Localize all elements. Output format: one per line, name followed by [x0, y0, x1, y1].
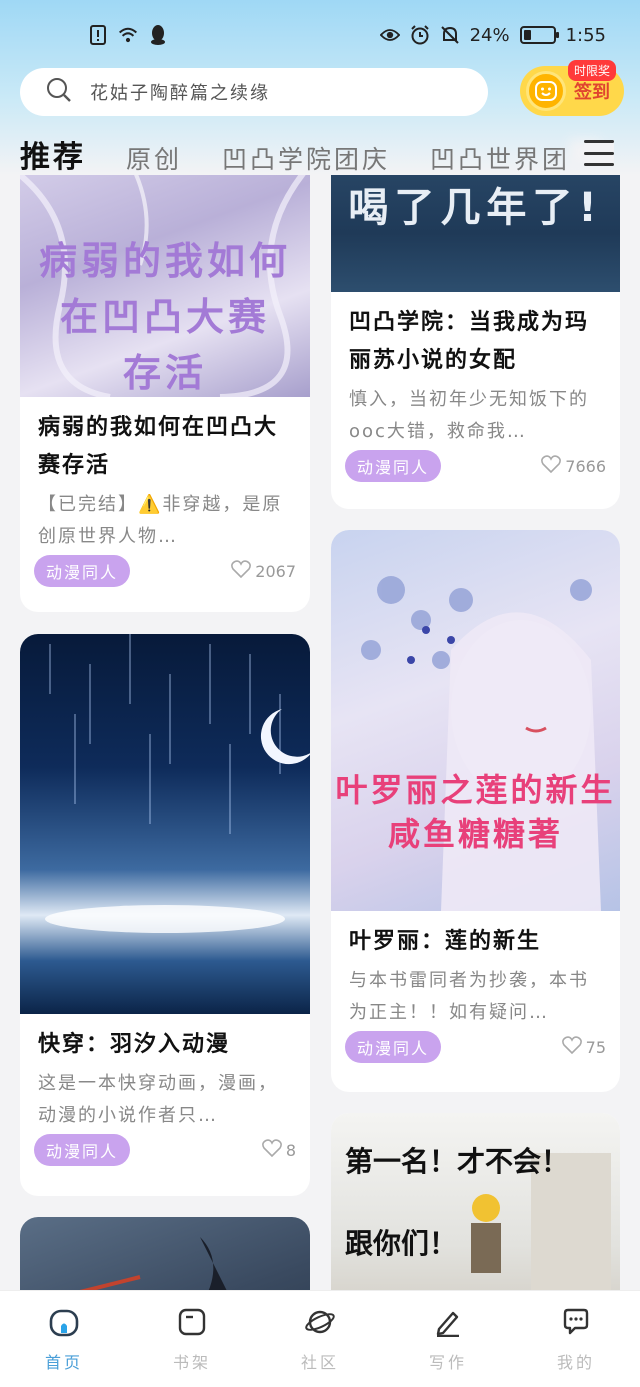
genre-tag[interactable]: 动漫同人	[345, 450, 442, 482]
cover-title-text: 病弱的我如何 在凹凸大赛 存活	[38, 239, 291, 395]
tab-aotu-world[interactable]: 凹凸世界团	[430, 140, 570, 176]
book-description: 【已完结】⚠️非穿越，是原创原世界人物…	[38, 494, 283, 547]
book-card[interactable]: 快穿：羽汐入动漫 这是一本快穿动画，漫画，动漫的小说作者只… 动漫同人 8	[20, 634, 310, 1196]
nav-mine[interactable]: 我的	[536, 1307, 616, 1373]
book-title: 病弱的我如何在凹凸大赛存活	[38, 415, 279, 478]
book-cover	[20, 634, 310, 1014]
tab-recommend[interactable]: 推荐	[20, 132, 86, 176]
nav-home-label: 首页	[44, 1353, 83, 1372]
like-count-value: 7666	[565, 456, 606, 476]
battery-icon	[519, 26, 559, 44]
nav-mine-label: 我的	[556, 1353, 595, 1372]
bottom-navigation: 首页 书架 社区 写作 我的	[0, 1290, 640, 1387]
chat-icon	[561, 1307, 591, 1341]
eye-icon	[379, 24, 400, 46]
nav-bookshelf-label: 书架	[172, 1353, 211, 1372]
menu-icon[interactable]	[584, 140, 614, 166]
book-card[interactable]: 叶罗丽之莲的新生 咸鱼糖糖著 叶罗丽：莲的新生 与本书雷同者为抄袭，本书为正主！…	[331, 530, 620, 1092]
nav-home[interactable]: 首页	[24, 1307, 104, 1373]
cover-title-text: 第一名！才不会！ 跟你们！	[345, 1145, 570, 1260]
cover-title-text: 喝了几年了!	[348, 185, 603, 231]
nav-bookshelf[interactable]: 书架	[152, 1307, 232, 1373]
time-limited-badge: 时限奖	[568, 60, 617, 81]
status-bar: 24% 1:55	[0, 0, 640, 74]
smile-icon	[526, 71, 566, 111]
book-title: 叶罗丽：莲的新生	[349, 929, 542, 954]
wifi-icon	[118, 24, 138, 46]
bookshelf-icon	[177, 1307, 207, 1341]
nav-community[interactable]: 社区	[280, 1307, 360, 1373]
search-placeholder: 花姑子陶醉篇之续缘	[90, 83, 270, 104]
clock: 1:55	[565, 24, 606, 46]
home-icon	[49, 1307, 79, 1341]
like-count-value: 2067	[255, 561, 296, 581]
genre-tag[interactable]: 动漫同人	[345, 1031, 442, 1063]
nav-write[interactable]: 写作	[408, 1307, 488, 1373]
genre-tag[interactable]: 动漫同人	[34, 1134, 131, 1166]
book-cover: 喝了几年了!	[331, 175, 620, 292]
alert-icon	[88, 24, 108, 46]
like-count[interactable]: 75	[561, 1036, 606, 1058]
tab-original[interactable]: 原创	[126, 140, 182, 176]
nav-community-label: 社区	[300, 1353, 339, 1372]
like-count[interactable]: 2067	[231, 560, 296, 582]
alarm-icon	[410, 24, 430, 46]
book-cover	[20, 1217, 310, 1290]
planet-icon	[304, 1307, 336, 1341]
book-feed: 病弱的我如何 在凹凸大赛 存活 病弱的我如何在凹凸大赛存活 【已完结】⚠️非穿越…	[0, 175, 640, 1290]
book-cover: 叶罗丽之莲的新生 咸鱼糖糖著	[331, 530, 620, 911]
book-card[interactable]	[20, 1217, 310, 1290]
book-cover: 第一名！才不会！ 跟你们！	[331, 1113, 620, 1290]
heart-icon	[541, 455, 562, 477]
mute-bell-icon	[440, 24, 460, 46]
cover-title-text: 叶罗丽之莲的新生 咸鱼糖糖著	[335, 771, 616, 853]
book-description: 这是一本快穿动画，漫画，动漫的小说作者只…	[38, 1073, 278, 1126]
battery-percent: 24%	[469, 24, 510, 46]
heart-icon	[231, 560, 252, 582]
book-title: 快穿：羽汐入动漫	[38, 1032, 231, 1057]
nav-write-label: 写作	[428, 1353, 467, 1372]
pen-icon	[433, 1307, 463, 1341]
like-count[interactable]: 8	[261, 1139, 296, 1161]
book-description: 与本书雷同者为抄袭，本书为正主！！如有疑问…	[349, 970, 589, 1023]
like-count-value: 8	[285, 1140, 296, 1160]
book-cover: 病弱的我如何 在凹凸大赛 存活	[20, 175, 310, 397]
heart-icon	[261, 1139, 282, 1161]
book-card[interactable]: 喝了几年了! 凹凸学院：当我成为玛丽苏小说的女配 慎入，当初年少无知饭下的ooc…	[331, 175, 620, 509]
book-description: 慎入，当初年少无知饭下的ooc大错，救命我…	[349, 389, 589, 442]
category-tabs: 推荐 原创 凹凸学院团庆 凹凸世界团	[20, 130, 620, 176]
heart-icon	[561, 1036, 582, 1058]
book-title: 凹凸学院：当我成为玛丽苏小说的女配	[349, 310, 590, 373]
search-bar[interactable]: 花姑子陶醉篇之续缘	[20, 68, 488, 116]
search-icon	[46, 77, 72, 107]
book-card[interactable]: 第一名！才不会！ 跟你们！	[331, 1113, 620, 1290]
genre-tag[interactable]: 动漫同人	[34, 555, 131, 587]
signin-label: 签到	[574, 82, 610, 103]
book-card[interactable]: 病弱的我如何 在凹凸大赛 存活 病弱的我如何在凹凸大赛存活 【已完结】⚠️非穿越…	[20, 175, 310, 612]
like-count-value: 75	[585, 1037, 606, 1057]
like-count[interactable]: 7666	[541, 455, 606, 477]
tab-academy-celebration[interactable]: 凹凸学院团庆	[222, 140, 390, 176]
qq-icon	[148, 24, 168, 46]
